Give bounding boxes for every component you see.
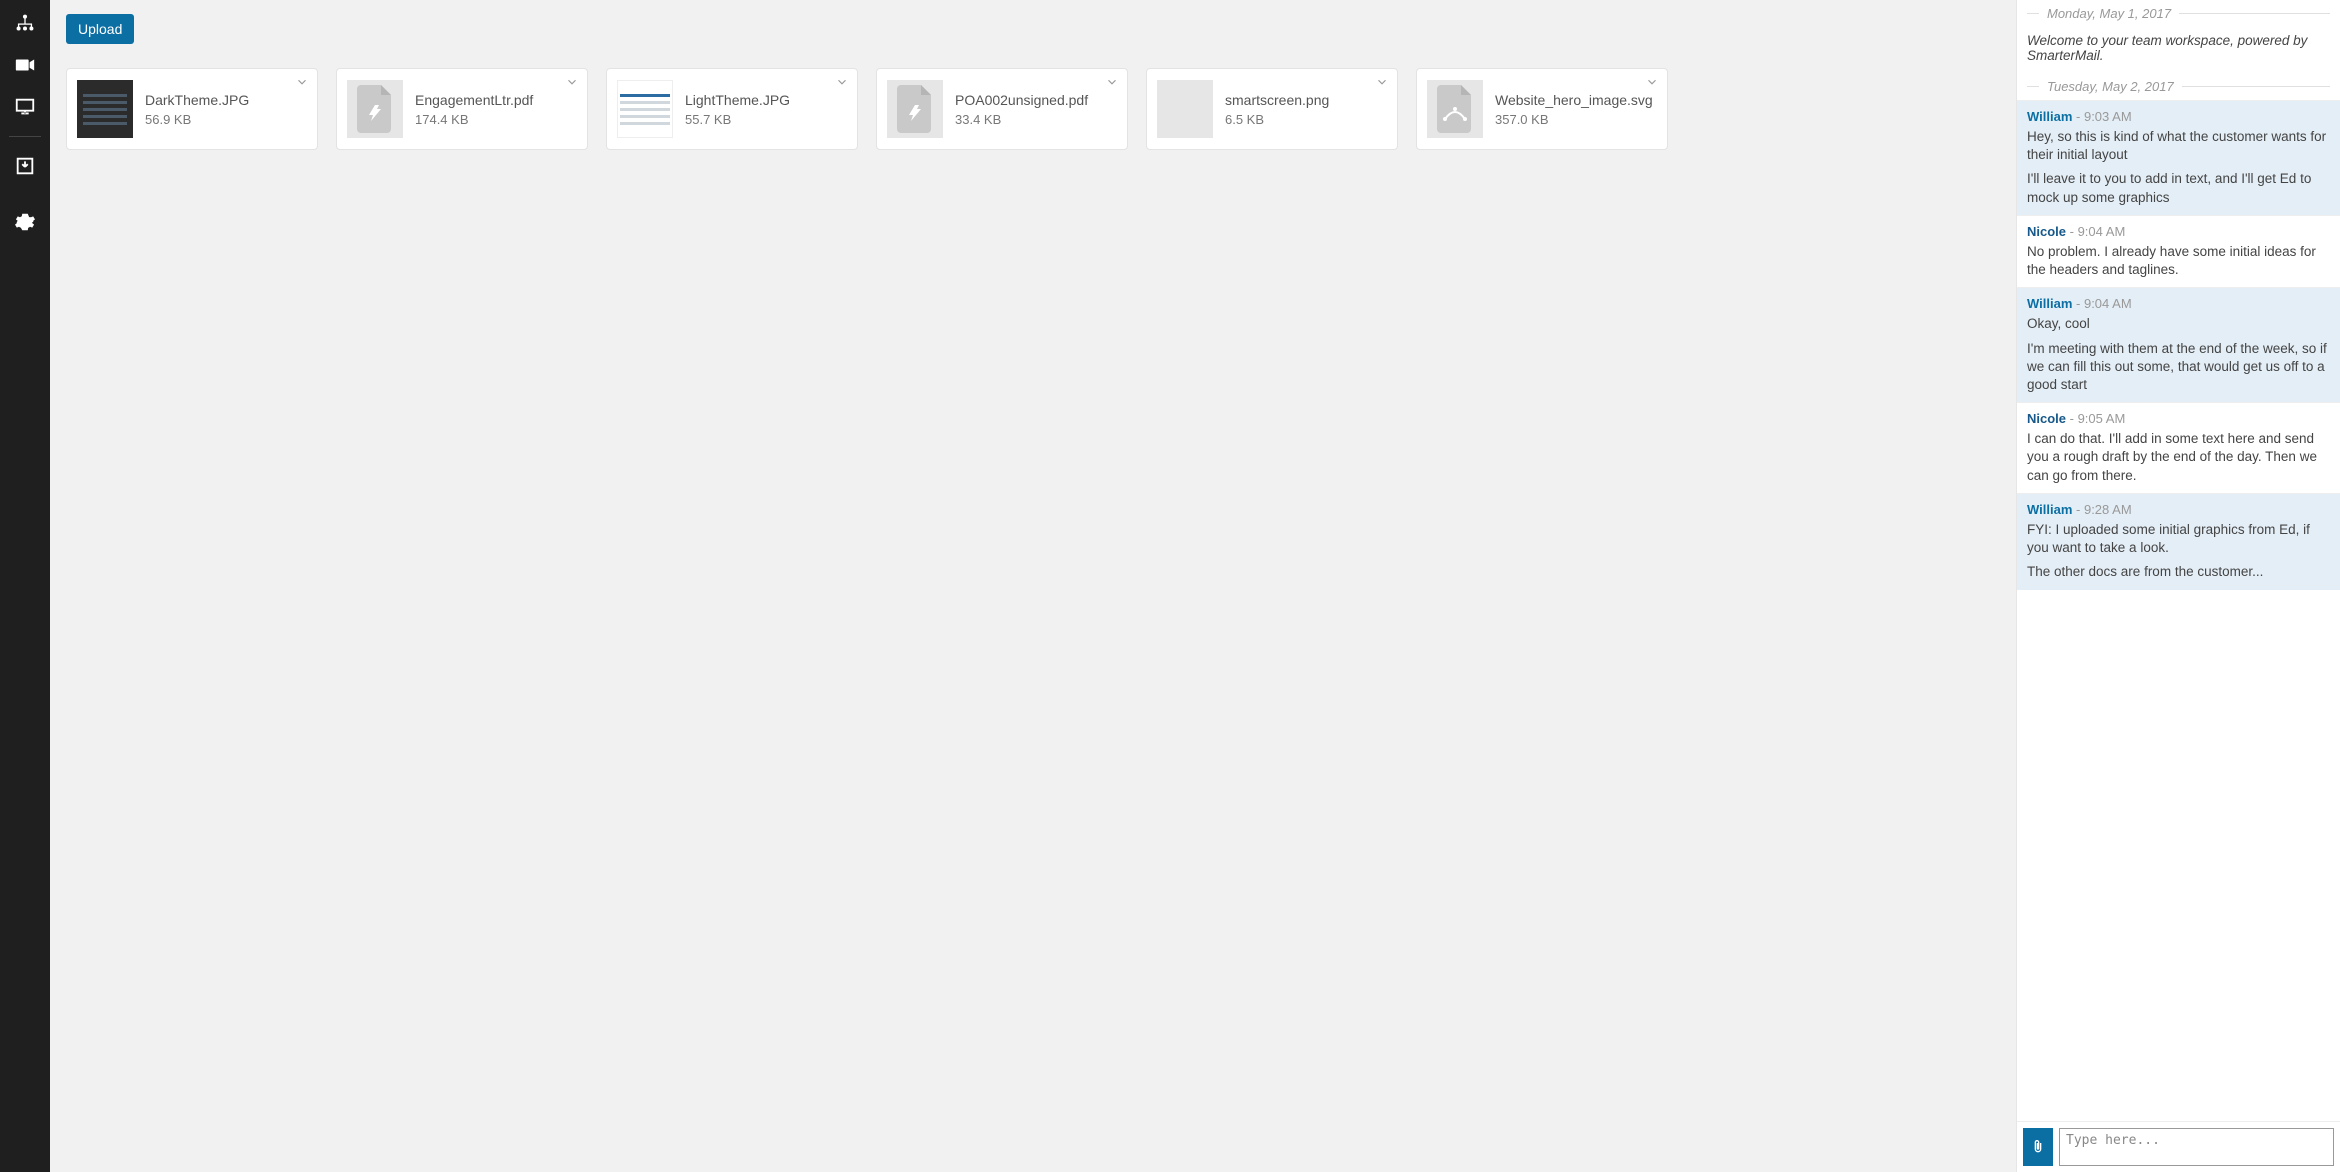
date-label: Tuesday, May 2, 2017 bbox=[2047, 79, 2174, 94]
nav-rail bbox=[0, 0, 50, 1172]
chat-message-line: FYI: I uploaded some initial graphics fr… bbox=[2027, 521, 2330, 557]
file-name: LightTheme.JPG bbox=[685, 92, 790, 108]
welcome-message: Welcome to your team workspace, powered … bbox=[2017, 27, 2340, 73]
chat-message: William - 9:03 AM Hey, so this is kind of… bbox=[2017, 100, 2340, 215]
date-label: Monday, May 1, 2017 bbox=[2047, 6, 2171, 21]
chat-message-line: Okay, cool bbox=[2027, 315, 2330, 333]
chat-author: William bbox=[2027, 109, 2072, 124]
file-size: 33.4 KB bbox=[955, 112, 1088, 127]
chat-author: Nicole bbox=[2027, 224, 2066, 239]
file-card-menu[interactable] bbox=[1105, 75, 1119, 92]
file-card[interactable]: DarkTheme.JPG 56.9 KB bbox=[66, 68, 318, 150]
file-name: POA002unsigned.pdf bbox=[955, 92, 1088, 108]
file-card[interactable]: Website_hero_image.svg 357.0 KB bbox=[1416, 68, 1668, 150]
file-thumbnail bbox=[887, 80, 943, 138]
file-thumbnail bbox=[617, 80, 673, 138]
files-panel: Upload DarkTheme.JPG 56.9 KB EngagementLtr… bbox=[50, 0, 2016, 1172]
chat-timestamp: - 9:03 AM bbox=[2072, 109, 2131, 124]
file-card-menu[interactable] bbox=[835, 75, 849, 92]
date-separator: Monday, May 1, 2017 bbox=[2017, 0, 2340, 27]
chat-timestamp: - 9:28 AM bbox=[2072, 502, 2131, 517]
file-card[interactable]: smartscreen.png 6.5 KB bbox=[1146, 68, 1398, 150]
chat-scroll[interactable]: Monday, May 1, 2017 Welcome to your team… bbox=[2017, 0, 2340, 1121]
file-card[interactable]: EngagementLtr.pdf 174.4 KB bbox=[336, 68, 588, 150]
file-thumbnail bbox=[347, 80, 403, 138]
chat-message: Nicole - 9:05 AM I can do that. I'll add … bbox=[2017, 402, 2340, 493]
settings-icon[interactable] bbox=[0, 203, 50, 241]
message-input[interactable] bbox=[2059, 1128, 2334, 1166]
file-name: EngagementLtr.pdf bbox=[415, 92, 533, 108]
chat-message: William - 9:28 AM FYI: I uploaded some in… bbox=[2017, 493, 2340, 590]
file-size: 56.9 KB bbox=[145, 112, 249, 127]
chat-message-line: No problem. I already have some initial … bbox=[2027, 243, 2330, 279]
chat-timestamp: - 9:05 AM bbox=[2066, 411, 2125, 426]
file-card[interactable]: LightTheme.JPG 55.7 KB bbox=[606, 68, 858, 150]
file-card[interactable]: POA002unsigned.pdf 33.4 KB bbox=[876, 68, 1128, 150]
file-card-menu[interactable] bbox=[1375, 75, 1389, 92]
file-card-menu[interactable] bbox=[295, 75, 309, 92]
file-name: DarkTheme.JPG bbox=[145, 92, 249, 108]
file-size: 174.4 KB bbox=[415, 112, 533, 127]
chat-timestamp: - 9:04 AM bbox=[2066, 224, 2125, 239]
chat-author: William bbox=[2027, 296, 2072, 311]
attach-button[interactable] bbox=[2023, 1128, 2053, 1166]
rail-divider bbox=[9, 136, 41, 137]
chat-message: William - 9:04 AM Okay, cool I'm meeting w… bbox=[2017, 287, 2340, 402]
file-name: smartscreen.png bbox=[1225, 92, 1329, 108]
inbox-download-icon[interactable] bbox=[0, 147, 50, 185]
file-size: 357.0 KB bbox=[1495, 112, 1653, 127]
file-grid: DarkTheme.JPG 56.9 KB EngagementLtr.pdf 174… bbox=[66, 68, 2000, 150]
chat-timestamp: - 9:04 AM bbox=[2072, 296, 2131, 311]
file-card-menu[interactable] bbox=[1645, 75, 1659, 92]
chat-author: William bbox=[2027, 502, 2072, 517]
upload-button[interactable]: Upload bbox=[66, 14, 134, 44]
file-card-menu[interactable] bbox=[565, 75, 579, 92]
chat-message-line: I can do that. I'll add in some text her… bbox=[2027, 430, 2330, 485]
file-name: Website_hero_image.svg bbox=[1495, 92, 1653, 108]
chat-message: Nicole - 9:04 AM No problem. I already ha… bbox=[2017, 215, 2340, 287]
file-thumbnail bbox=[1427, 80, 1483, 138]
chat-author: Nicole bbox=[2027, 411, 2066, 426]
connections-icon[interactable] bbox=[0, 4, 50, 42]
chat-message-line: Hey, so this is kind of what the custome… bbox=[2027, 128, 2330, 164]
chat-message-line: The other docs are from the customer... bbox=[2027, 563, 2330, 581]
file-thumbnail bbox=[77, 80, 133, 138]
chat-message-line: I'll leave it to you to add in text, and… bbox=[2027, 170, 2330, 206]
chat-message-line: I'm meeting with them at the end of the … bbox=[2027, 340, 2330, 395]
file-size: 6.5 KB bbox=[1225, 112, 1329, 127]
file-size: 55.7 KB bbox=[685, 112, 790, 127]
video-icon[interactable] bbox=[0, 46, 50, 84]
file-thumbnail bbox=[1157, 80, 1213, 138]
monitor-icon[interactable] bbox=[0, 88, 50, 126]
compose-bar bbox=[2017, 1121, 2340, 1172]
date-separator: Tuesday, May 2, 2017 bbox=[2017, 73, 2340, 100]
chat-panel: Monday, May 1, 2017 Welcome to your team… bbox=[2016, 0, 2340, 1172]
